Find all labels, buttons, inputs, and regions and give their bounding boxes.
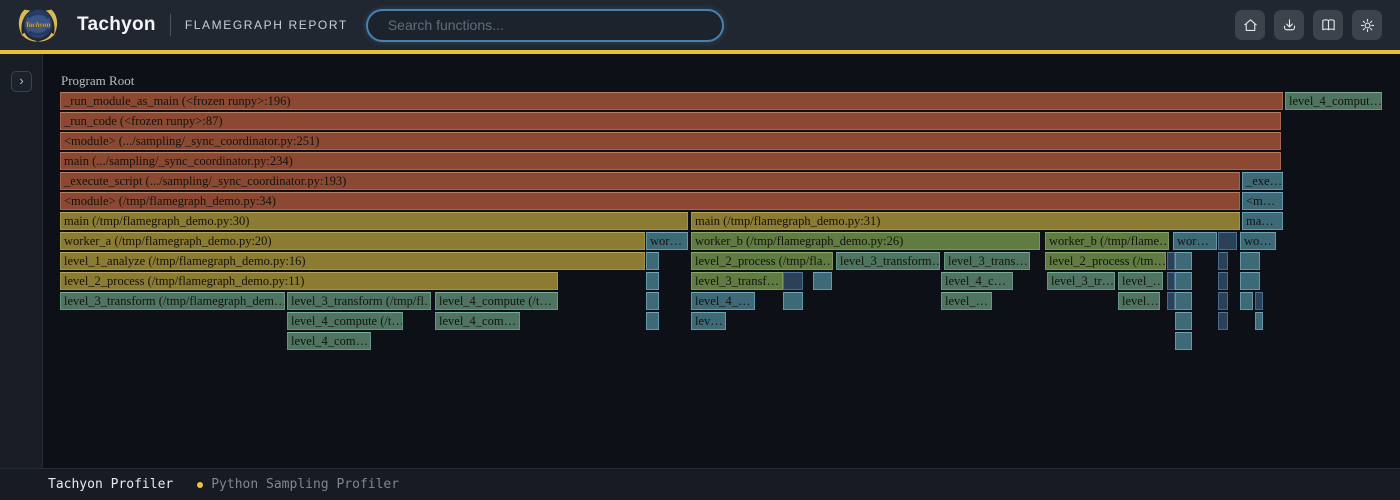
book-icon (1320, 17, 1337, 34)
flame-bar[interactable] (1167, 252, 1175, 270)
flame-bar[interactable] (1240, 292, 1253, 310)
flame-bar[interactable]: _execute_script (.../sampling/_sync_coor… (60, 172, 1240, 190)
flame-bar[interactable]: level_3_transform (/tmp/fl… (287, 292, 431, 310)
status-dot-icon (197, 482, 203, 488)
flame-bar[interactable]: level_4_… (691, 292, 755, 310)
flame-bar[interactable] (1175, 272, 1192, 290)
flame-bar[interactable]: _run_code (<frozen runpy>:87) (60, 112, 1281, 130)
flame-bar[interactable] (1218, 312, 1228, 330)
flame-bar[interactable] (1255, 312, 1263, 330)
flame-bar[interactable]: level_3_transf… (691, 272, 783, 290)
flame-bar[interactable] (1218, 272, 1228, 290)
brightness-icon (1359, 17, 1376, 34)
flame-bar[interactable] (1255, 292, 1263, 310)
flame-bar[interactable] (1240, 252, 1260, 270)
home-button[interactable] (1235, 10, 1265, 40)
flame-bar[interactable] (783, 272, 803, 290)
flame-bar[interactable]: wo… (1240, 232, 1276, 250)
flame-bar[interactable]: level_1_analyze (/tmp/flamegraph_demo.py… (60, 252, 645, 270)
flame-bar[interactable]: <m… (1242, 192, 1283, 210)
flame-bar[interactable]: level_4_c… (941, 272, 1013, 290)
flame-bar[interactable] (1218, 252, 1228, 270)
flame-bar[interactable] (1175, 312, 1192, 330)
report-type-label: FLAMEGRAPH REPORT (185, 18, 348, 32)
flame-bar[interactable]: wor… (646, 232, 688, 250)
flame-bar[interactable] (1167, 292, 1175, 310)
flame-bar[interactable] (1218, 232, 1237, 250)
flame-bar[interactable] (646, 272, 659, 290)
flame-bar[interactable]: _run_module_as_main (<frozen runpy>:196) (60, 92, 1283, 110)
flame-bar[interactable]: <module> (/tmp/flamegraph_demo.py:34) (60, 192, 1240, 210)
status-subtitle: Python Sampling Profiler (211, 477, 399, 492)
flame-bar[interactable]: level_4_compute (/t… (435, 292, 558, 310)
flame-bar[interactable]: level… (1118, 292, 1160, 310)
left-sidebar: › (0, 54, 43, 468)
flame-bar[interactable] (1167, 272, 1175, 290)
flamegraph: Program Root _run_module_as_main (<froze… (44, 54, 1400, 468)
flame-bar[interactable] (646, 292, 659, 310)
tachyon-logo: Tachyon (15, 2, 61, 48)
flame-bar[interactable]: worker_b (/tmp/flamegraph_demo.py:26) (691, 232, 1040, 250)
docs-button[interactable] (1313, 10, 1343, 40)
flame-bar[interactable]: main (/tmp/flamegraph_demo.py:30) (60, 212, 688, 230)
sidebar-expand-button[interactable]: › (11, 71, 32, 92)
flame-bar[interactable] (1240, 272, 1260, 290)
flame-bar[interactable] (1218, 292, 1228, 310)
download-icon (1281, 17, 1298, 34)
flame-bar[interactable] (646, 252, 659, 270)
flame-bar[interactable]: level_2_process (/tmp/flamegraph_demo.py… (60, 272, 558, 290)
flame-bar[interactable]: level_3_trans… (944, 252, 1030, 270)
flame-bar[interactable]: level_4_com… (287, 332, 371, 350)
flame-bar[interactable] (1175, 292, 1192, 310)
flame-bar[interactable] (813, 272, 832, 290)
header-actions (1235, 10, 1382, 40)
flame-bar[interactable]: ma… (1242, 212, 1283, 230)
flame-root-label: Program Root (61, 73, 134, 89)
flame-bar[interactable]: level_4_comput… (1285, 92, 1382, 110)
flame-bar[interactable]: level_… (941, 292, 992, 310)
flame-bar[interactable]: level_4_com… (435, 312, 520, 330)
status-app-name: Tachyon Profiler (48, 477, 173, 492)
flame-bar[interactable]: main (.../sampling/_sync_coordinator.py:… (60, 152, 1281, 170)
flame-bar[interactable]: lev… (691, 312, 726, 330)
flame-bar[interactable]: level_… (1118, 272, 1163, 290)
app-header: Tachyon Tachyon FLAMEGRAPH REPORT (0, 0, 1400, 50)
flame-bar[interactable]: level_4_compute (/t… (287, 312, 403, 330)
status-bar: Tachyon Profiler Python Sampling Profile… (0, 468, 1400, 500)
flame-bar[interactable] (1175, 252, 1192, 270)
flame-bar[interactable] (1175, 332, 1192, 350)
flame-bar[interactable]: level_2_process (/tm… (1045, 252, 1166, 270)
brand-title: Tachyon (77, 14, 156, 36)
download-button[interactable] (1274, 10, 1304, 40)
svg-text:Tachyon: Tachyon (25, 21, 50, 29)
flame-bar[interactable]: worker_b (/tmp/flame… (1045, 232, 1169, 250)
header-divider (170, 14, 171, 36)
flame-bar[interactable] (646, 312, 659, 330)
flame-bar[interactable]: <module> (.../sampling/_sync_coordinator… (60, 132, 1281, 150)
search-input[interactable] (366, 9, 724, 42)
flame-bar[interactable]: level_3_transform… (836, 252, 940, 270)
flame-bar[interactable]: level_2_process (/tmp/fla… (691, 252, 833, 270)
flame-bar[interactable]: main (/tmp/flamegraph_demo.py:31) (691, 212, 1240, 230)
flame-bar[interactable]: worker_a (/tmp/flamegraph_demo.py:20) (60, 232, 645, 250)
flame-bar[interactable]: level_3_tr… (1047, 272, 1115, 290)
theme-button[interactable] (1352, 10, 1382, 40)
flame-bar[interactable]: wor… (1173, 232, 1217, 250)
flame-bar[interactable] (783, 292, 803, 310)
flame-bar[interactable]: level_3_transform (/tmp/flamegraph_dem… (60, 292, 285, 310)
home-icon (1242, 17, 1259, 34)
flame-bar[interactable]: _exe… (1242, 172, 1283, 190)
